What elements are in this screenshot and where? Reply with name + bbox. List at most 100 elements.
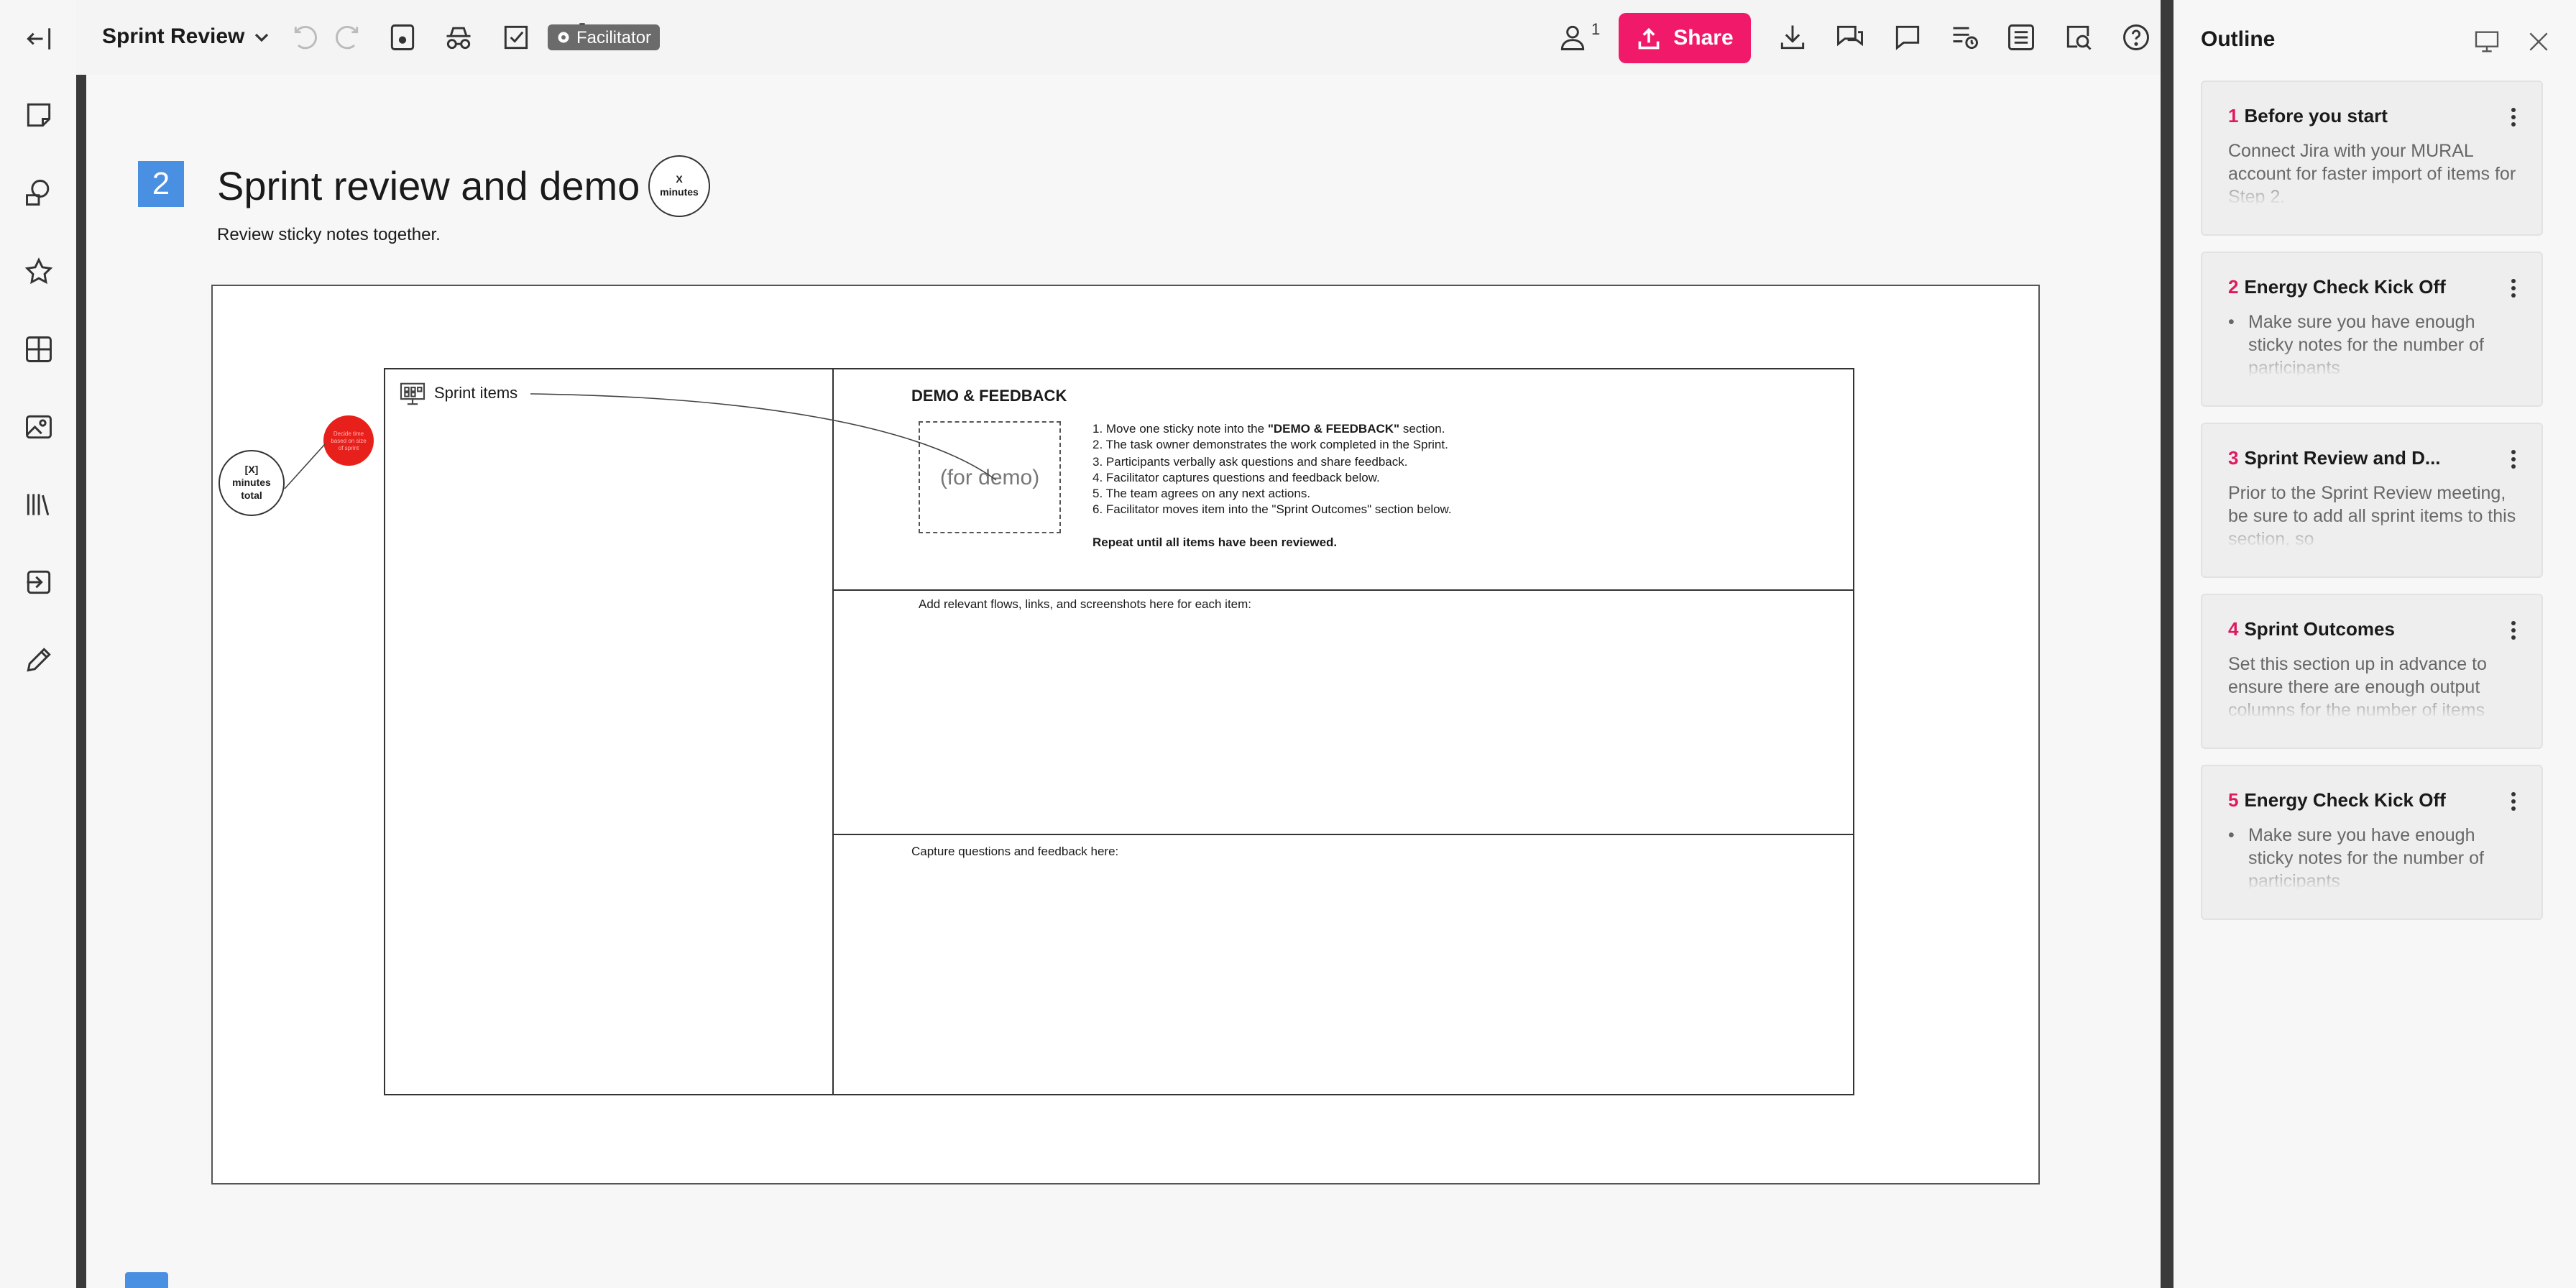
step-title: Sprint review and demo bbox=[217, 164, 640, 208]
more-options-icon[interactable] bbox=[2504, 273, 2521, 302]
instruction-emphasis: "DEMO & FEEDBACK" bbox=[1267, 421, 1400, 436]
outline-card-body: Make sure you have enough sticky notes f… bbox=[2228, 310, 2521, 377]
board-title: Sprint Review bbox=[102, 24, 245, 49]
more-options-icon[interactable] bbox=[2504, 786, 2521, 815]
instruction-step: 2. The task owner demonstrates the work … bbox=[1092, 437, 1448, 452]
demo-drop-zone[interactable]: (for demo) bbox=[919, 421, 1061, 533]
chat-icon[interactable] bbox=[1833, 20, 1867, 55]
board-title-menu[interactable]: Sprint Review bbox=[102, 24, 270, 49]
more-options-icon[interactable] bbox=[2504, 615, 2521, 644]
outline-card[interactable]: 2Energy Check Kick Off Make sure you hav… bbox=[2201, 252, 2543, 407]
close-icon[interactable] bbox=[2521, 24, 2556, 59]
sprint-items-icon bbox=[400, 382, 426, 405]
frameworks-grid-icon[interactable] bbox=[17, 328, 60, 371]
gear-icon bbox=[558, 32, 569, 43]
outline-card-body: Connect Jira with your MURAL account for… bbox=[2228, 141, 2516, 206]
outline-card-title: 5 Energy Check Kick Off bbox=[2228, 789, 2498, 811]
minutes-total-text: [X] minutes total bbox=[232, 465, 271, 501]
chevron-down-icon bbox=[255, 32, 269, 42]
top-toolbar: Sprint Review Facilitator 1 Share bbox=[76, 0, 2161, 75]
collaborators-button[interactable]: 1 bbox=[1557, 22, 1600, 53]
row-divider bbox=[834, 834, 1853, 835]
left-toolbar bbox=[0, 0, 76, 1288]
outline-card[interactable]: 4 Sprint Outcomes Set this section up in … bbox=[2201, 594, 2543, 749]
library-icon[interactable] bbox=[17, 483, 60, 526]
step-number-badge: 2 bbox=[138, 161, 184, 207]
red-sticky-note-text: Decide time based on size of sprint bbox=[331, 430, 367, 451]
outline-card-number: 2 bbox=[2228, 276, 2239, 298]
download-icon[interactable] bbox=[1775, 20, 1810, 55]
outline-card[interactable]: 5Energy Check Kick Off Make sure you hav… bbox=[2201, 765, 2543, 920]
flows-links-label: Add relevant flows, links, and screensho… bbox=[919, 597, 1252, 611]
redo-icon[interactable] bbox=[329, 20, 364, 55]
comments-icon[interactable] bbox=[1890, 20, 1925, 55]
undo-icon[interactable] bbox=[289, 20, 323, 55]
red-sticky-note[interactable]: Decide time based on size of sprint bbox=[323, 415, 374, 466]
star-icon[interactable] bbox=[17, 250, 60, 293]
outline-card-title: 3 Sprint Review and D... bbox=[2228, 447, 2498, 469]
outline-card-body: Prior to the Sprint Review meeting, be s… bbox=[2228, 483, 2516, 548]
instruction-step: 5. The team agrees on any next actions. bbox=[1092, 486, 1311, 501]
outline-card-number: 4 bbox=[2228, 618, 2239, 640]
outline-card-title-text: Before you start bbox=[2244, 105, 2388, 126]
minutes-total-circle[interactable]: [X] minutes total bbox=[218, 450, 285, 516]
import-icon[interactable] bbox=[17, 561, 60, 604]
outline-card-title-text: Sprint Review and D... bbox=[2244, 447, 2441, 469]
outline-card-title-text: Energy Check Kick Off bbox=[2244, 276, 2446, 298]
more-options-icon[interactable] bbox=[2504, 444, 2521, 473]
step-subtitle: Review sticky notes together. bbox=[217, 224, 441, 244]
outline-card-body: Set this section up in advance to ensure… bbox=[2228, 654, 2487, 719]
focus-icon[interactable] bbox=[385, 20, 420, 55]
search-icon[interactable] bbox=[2061, 20, 2096, 55]
private-mode-icon[interactable] bbox=[441, 20, 476, 55]
next-step-badge bbox=[125, 1272, 168, 1288]
share-button[interactable]: Share bbox=[1619, 13, 1751, 63]
canvas-edge-right bbox=[2161, 0, 2174, 1288]
repeat-note: Repeat until all items have been reviewe… bbox=[1092, 534, 1338, 549]
image-icon[interactable] bbox=[17, 405, 60, 448]
outline-card-body: Make sure you have enough sticky notes f… bbox=[2228, 824, 2521, 890]
activity-icon[interactable] bbox=[1948, 20, 1982, 55]
outline-card-number: 3 bbox=[2228, 447, 2239, 469]
instruction-step: 4. Facilitator captures questions and fe… bbox=[1092, 469, 1380, 484]
outline-list-icon[interactable] bbox=[2004, 20, 2038, 55]
share-label: Share bbox=[1673, 26, 1734, 50]
instruction-step: 1. Move one sticky note into the "DEMO &… bbox=[1092, 421, 1445, 436]
instructions-list: 1. Move one sticky note into the "DEMO &… bbox=[1092, 421, 1452, 551]
more-options-icon[interactable] bbox=[2504, 102, 2521, 131]
exit-board-icon[interactable] bbox=[17, 17, 60, 60]
pen-icon[interactable] bbox=[17, 638, 60, 681]
demo-placeholder: (for demo) bbox=[939, 465, 1040, 489]
time-estimate-circle[interactable]: X minutes bbox=[648, 155, 710, 217]
outline-card[interactable]: 3 Sprint Review and D... Prior to the Spr… bbox=[2201, 423, 2543, 578]
user-icon bbox=[1560, 25, 1585, 50]
outline-card-number: 1 bbox=[2228, 105, 2239, 126]
outline-title: Outline bbox=[2201, 27, 2276, 52]
shapes-icon[interactable] bbox=[17, 171, 60, 214]
instruction-step: 6. Facilitator moves item into the "Spri… bbox=[1092, 502, 1452, 517]
outline-panel: Outline 1 Before you start Connect Jira w… bbox=[2174, 0, 2576, 1288]
outline-card-title: 2 Energy Check Kick Off bbox=[2228, 276, 2498, 298]
sprint-items-label: Sprint items bbox=[434, 385, 518, 402]
canvas-edge-left bbox=[76, 0, 86, 1288]
time-estimate-text: X minutes bbox=[660, 175, 699, 198]
column-divider bbox=[832, 368, 834, 1095]
capture-feedback-label: Capture questions and feedback here: bbox=[911, 844, 1119, 858]
outline-card-number: 5 bbox=[2228, 789, 2239, 811]
sticky-note-icon[interactable] bbox=[17, 93, 60, 137]
facilitator-label: Facilitator bbox=[576, 27, 652, 47]
outline-card-title-text: Energy Check Kick Off bbox=[2244, 789, 2446, 811]
help-icon[interactable] bbox=[2119, 20, 2153, 55]
outline-card-title-text: Sprint Outcomes bbox=[2244, 618, 2395, 640]
demo-feedback-title: DEMO & FEEDBACK bbox=[911, 388, 1067, 405]
sprint-items-header: Sprint items bbox=[400, 382, 518, 405]
outline-card-title: 4 Sprint Outcomes bbox=[2228, 618, 2498, 640]
user-count: 1 bbox=[1591, 22, 1601, 39]
upload-icon bbox=[1638, 27, 1660, 49]
facilitator-badge[interactable]: Facilitator bbox=[548, 24, 661, 50]
present-icon[interactable] bbox=[2470, 24, 2504, 59]
outline-card[interactable]: 1 Before you start Connect Jira with your… bbox=[2201, 80, 2543, 236]
outline-card-title: 1 Before you start bbox=[2228, 105, 2498, 126]
instruction-step: 3. Participants verbally ask questions a… bbox=[1092, 454, 1408, 469]
voting-icon[interactable] bbox=[499, 20, 533, 55]
